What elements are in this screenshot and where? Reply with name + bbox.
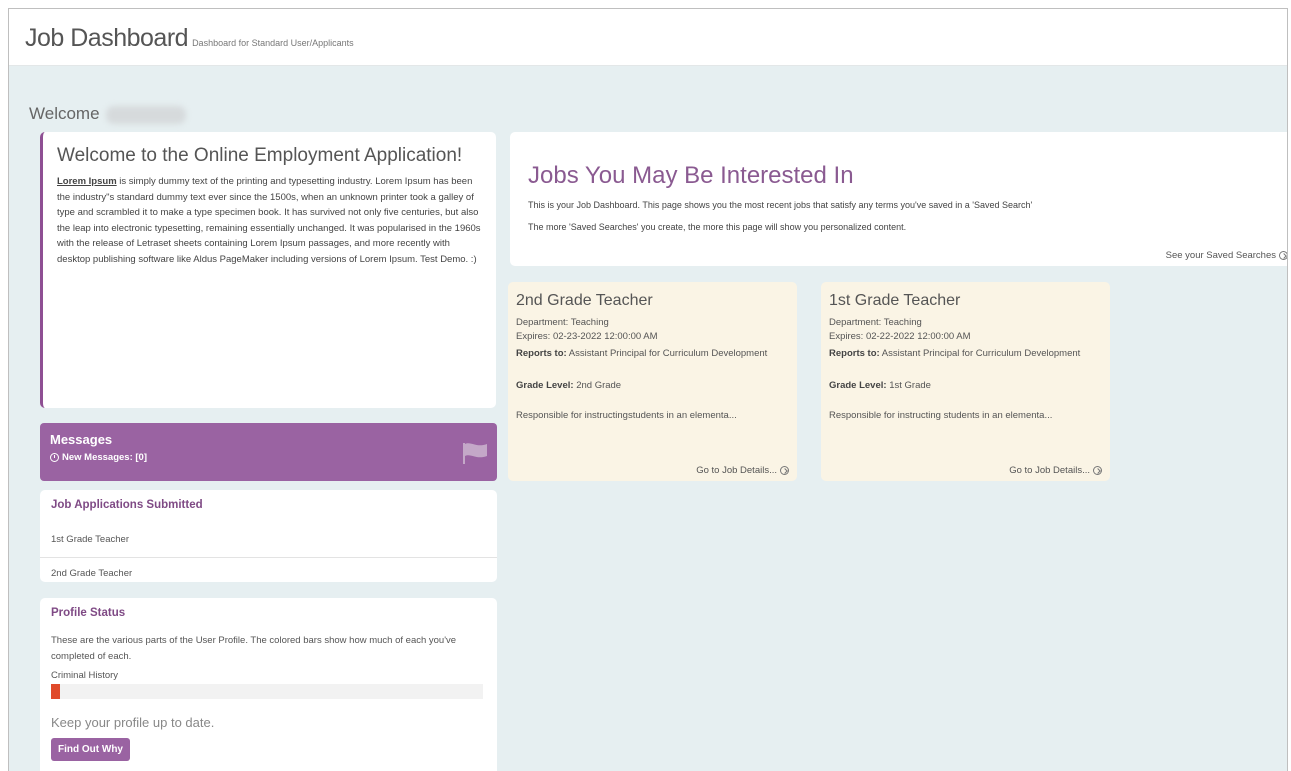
welcome-card: Welcome to the Online Employment Applica…	[40, 132, 496, 408]
applications-title: Job Applications Submitted	[51, 499, 203, 511]
job-reports-to: Reports to: Assistant Principal for Curr…	[829, 347, 1102, 361]
page-subtitle: Dashboard for Standard User/Applicants	[192, 38, 354, 48]
new-messages-count[interactable]: New Messages: [0]	[50, 452, 487, 463]
job-reports-label: Reports to:	[829, 348, 880, 359]
job-details-text: Go to Job Details...	[1009, 465, 1090, 476]
job-summary: Responsible for instructingstudents in a…	[516, 410, 737, 421]
job-department: Department: Teaching	[829, 317, 922, 328]
keep-profile-text: Keep your profile up to date.	[51, 715, 215, 730]
job-grade-value: 2nd Grade	[573, 380, 622, 391]
job-card: 1st Grade Teacher Department: Teaching E…	[821, 282, 1110, 481]
job-expires: Expires: 02-22-2022 12:00:00 AM	[829, 331, 971, 342]
saved-searches-link[interactable]: See your Saved Searches	[1165, 250, 1287, 261]
profile-status-card: Profile Status These are the various par…	[40, 598, 497, 771]
welcome-card-lead: Lorem Ipsum	[57, 176, 117, 187]
welcome-card-heading: Welcome to the Online Employment Applica…	[57, 145, 463, 166]
job-reports-to: Reports to: Assistant Principal for Curr…	[516, 347, 789, 361]
job-reports-value: Assistant Principal for Curriculum Devel…	[566, 348, 768, 359]
criminal-history-label: Criminal History	[51, 670, 119, 681]
jobs-intro-line2: The more 'Saved Searches' you create, th…	[528, 222, 907, 232]
job-details-text: Go to Job Details...	[696, 465, 777, 476]
job-details-link[interactable]: Go to Job Details...	[1009, 465, 1102, 476]
job-expires: Expires: 02-23-2022 12:00:00 AM	[516, 331, 658, 342]
criminal-history-bar-fill	[51, 684, 60, 699]
job-card: 2nd Grade Teacher Department: Teaching E…	[508, 282, 797, 481]
job-department: Department: Teaching	[516, 317, 609, 328]
job-summary: Responsible for instructing students in …	[829, 410, 1053, 421]
job-reports-label: Reports to:	[516, 348, 567, 359]
welcome-card-text: is simply dummy text of the printing and…	[57, 176, 481, 265]
find-out-why-button[interactable]: Find Out Why	[51, 738, 130, 761]
user-name-redacted	[105, 105, 186, 124]
saved-searches-text: See your Saved Searches	[1165, 250, 1276, 261]
criminal-history-bar	[51, 684, 483, 699]
dashboard-frame: Job Dashboard Dashboard for Standard User…	[8, 8, 1288, 771]
page-title: Job Dashboard Dashboard for Standard User…	[25, 24, 354, 53]
profile-status-description: These are the various parts of the User …	[51, 635, 457, 662]
flag-icon	[463, 443, 487, 464]
clock-icon	[50, 453, 59, 462]
profile-status-title: Profile Status	[51, 607, 126, 619]
job-grade-label: Grade Level:	[516, 380, 574, 391]
welcome-label: Welcome	[29, 104, 100, 123]
job-title: 2nd Grade Teacher	[516, 292, 653, 309]
messages-panel[interactable]: Messages New Messages: [0]	[40, 423, 497, 481]
job-grade-value: 1st Grade	[886, 380, 931, 391]
applications-card: Job Applications Submitted 1st Grade Tea…	[40, 490, 497, 582]
page-title-text: Job Dashboard	[25, 24, 189, 52]
welcome-heading: Welcome	[29, 104, 186, 124]
job-details-link[interactable]: Go to Job Details...	[696, 465, 789, 476]
application-item[interactable]: 1st Grade Teacher	[40, 528, 497, 558]
job-grade-level: Grade Level: 2nd Grade	[516, 379, 789, 393]
job-reports-value: Assistant Principal for Curriculum Devel…	[879, 348, 1081, 359]
job-grade-level: Grade Level: 1st Grade	[829, 379, 1102, 393]
messages-title: Messages	[50, 432, 113, 447]
jobs-intro-card: Jobs You May Be Interested In This is yo…	[510, 132, 1287, 266]
page-header: Job Dashboard Dashboard for Standard User…	[9, 9, 1287, 66]
application-item[interactable]: 2nd Grade Teacher	[40, 558, 497, 590]
new-messages-text: New Messages: [0]	[62, 452, 148, 463]
welcome-card-body: Lorem Ipsum is simply dummy text of the …	[57, 174, 482, 267]
jobs-intro-line1: This is your Job Dashboard. This page sh…	[528, 200, 1033, 210]
circle-arrow-icon	[780, 466, 789, 475]
job-title: 1st Grade Teacher	[829, 292, 961, 309]
circle-arrow-icon	[1279, 251, 1287, 260]
job-grade-label: Grade Level:	[829, 380, 887, 391]
jobs-heading: Jobs You May Be Interested In	[528, 162, 854, 189]
circle-arrow-icon	[1093, 466, 1102, 475]
